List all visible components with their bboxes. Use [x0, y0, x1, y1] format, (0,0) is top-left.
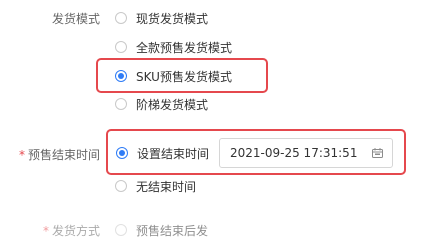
calendar-icon[interactable]: [372, 148, 383, 158]
end-time-datetime-input[interactable]: 2021-09-25 17:31:51: [219, 138, 393, 168]
option-label-sku-presale: SKU预售发货模式: [136, 70, 232, 84]
option-label-no-end-time: 无结束时间: [136, 180, 197, 194]
radio-no-end-time[interactable]: [115, 180, 127, 192]
shipping-mode-label: 发货模式: [51, 12, 100, 26]
option-label-spot: 现货发货模式: [136, 12, 209, 26]
radio-selected-dot: [118, 73, 124, 79]
radio-after-presale[interactable]: [115, 224, 127, 236]
required-mark: *: [42, 224, 49, 238]
option-label-tiered: 阶梯发货模式: [136, 98, 209, 112]
option-label-after-presale: 预售结束后发: [136, 224, 209, 238]
shipping-method-label: * 发货方式: [42, 224, 100, 238]
option-label-set-end-time: 设置结束时间: [137, 147, 210, 161]
option-label-full-presale: 全款预售发货模式: [136, 41, 233, 55]
presale-end-time-label: * 预售结束时间: [18, 148, 100, 162]
radio-sku-presale[interactable]: [115, 70, 127, 82]
radio-selected-dot: [119, 150, 125, 156]
datetime-value: 2021-09-25 17:31:51: [230, 146, 358, 160]
radio-full-presale[interactable]: [115, 41, 127, 53]
radio-tiered[interactable]: [115, 98, 127, 110]
radio-spot[interactable]: [115, 12, 127, 24]
radio-set-end-time[interactable]: [116, 147, 128, 159]
required-mark: *: [18, 148, 25, 162]
